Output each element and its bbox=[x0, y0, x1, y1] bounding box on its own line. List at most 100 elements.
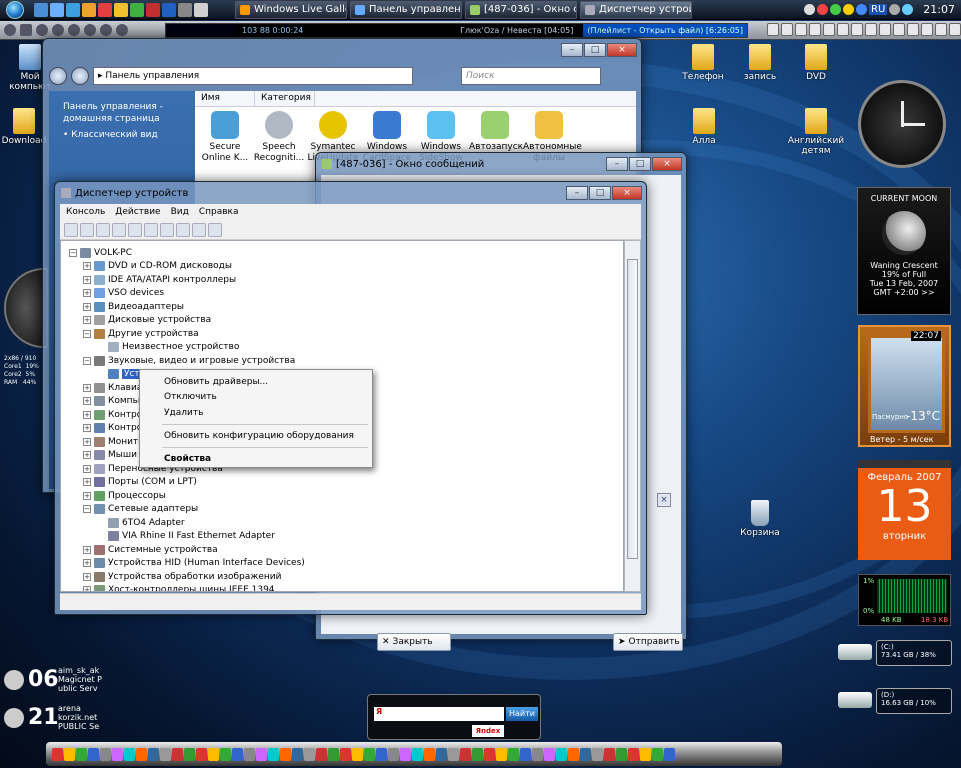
expand-icon[interactable]: + bbox=[83, 559, 91, 567]
close-icon[interactable]: × bbox=[657, 493, 671, 507]
tree-node[interactable]: + Процессоры bbox=[83, 489, 166, 502]
firefox-icon[interactable] bbox=[82, 2, 96, 17]
dock-app-icon[interactable] bbox=[508, 747, 519, 761]
dock-app-icon[interactable] bbox=[616, 747, 627, 761]
column-header-category[interactable]: Категория bbox=[255, 91, 315, 106]
prev-icon[interactable] bbox=[20, 24, 32, 36]
expand-icon[interactable]: + bbox=[83, 383, 91, 392]
desktop-icon-phone[interactable]: Телефон bbox=[673, 44, 733, 82]
dock-app-icon[interactable] bbox=[364, 747, 375, 761]
dock-app-icon[interactable] bbox=[196, 747, 207, 761]
player-button[interactable] bbox=[795, 23, 807, 36]
close-button[interactable]: × bbox=[607, 43, 637, 57]
minimize-button[interactable]: – bbox=[566, 186, 588, 200]
expand-icon[interactable]: + bbox=[83, 302, 91, 311]
tray-icon[interactable] bbox=[843, 4, 855, 15]
tree-node[interactable]: + Хост-контроллеры шины IEEE 1394 bbox=[83, 584, 275, 591]
close-button[interactable]: × bbox=[652, 157, 682, 171]
dock-app-icon[interactable] bbox=[604, 747, 615, 761]
dock-app-icon[interactable] bbox=[340, 747, 351, 761]
tree-node[interactable]: + Системные устройства bbox=[83, 543, 218, 556]
player-button[interactable] bbox=[823, 23, 835, 36]
player-button[interactable] bbox=[837, 23, 849, 36]
menu-item-update-drivers[interactable]: Обновить драйверы... bbox=[164, 375, 268, 389]
tree-node[interactable]: + Видеоадаптеры bbox=[83, 300, 184, 313]
network-icon[interactable] bbox=[902, 4, 914, 15]
expand-icon[interactable]: + bbox=[83, 289, 91, 297]
sidebar-link-classic-view[interactable]: • Классический вид bbox=[63, 129, 181, 141]
maximize-button[interactable]: □ bbox=[589, 186, 611, 200]
tree-node[interactable]: − Другие устройства bbox=[83, 327, 199, 340]
tray-icon[interactable] bbox=[817, 4, 829, 15]
sidebar-link-home[interactable]: Панель управления - домашняя страница bbox=[63, 101, 181, 125]
dock-app-icon[interactable] bbox=[112, 747, 123, 761]
dock-app-icon[interactable] bbox=[640, 747, 651, 761]
maximize-button[interactable]: □ bbox=[584, 43, 606, 57]
ie-icon[interactable] bbox=[66, 2, 80, 17]
switch-windows-icon[interactable] bbox=[50, 2, 64, 17]
dock-app-icon[interactable] bbox=[496, 747, 507, 761]
dock-app-icon[interactable] bbox=[592, 747, 603, 761]
dock-app-icon[interactable] bbox=[544, 747, 555, 761]
app-icon[interactable] bbox=[162, 2, 176, 17]
dock-app-icon[interactable] bbox=[268, 747, 279, 761]
desktop-icon-alla[interactable]: Алла bbox=[674, 108, 734, 146]
close-button[interactable]: × bbox=[612, 186, 642, 200]
yandex-search-input[interactable]: Я bbox=[374, 707, 504, 721]
minimize-button[interactable]: – bbox=[561, 43, 583, 57]
help-icon[interactable] bbox=[128, 222, 142, 237]
next-icon[interactable] bbox=[52, 24, 64, 36]
menu-item-properties[interactable]: Свойства bbox=[164, 452, 211, 466]
dock-app-icon[interactable] bbox=[388, 747, 399, 761]
desktop-icon-dvd[interactable]: DVD bbox=[786, 44, 846, 82]
player-button[interactable] bbox=[809, 23, 821, 36]
expand-icon[interactable]: + bbox=[83, 410, 91, 419]
dock-app-icon[interactable] bbox=[556, 747, 567, 761]
search-input[interactable]: Поиск bbox=[461, 67, 601, 85]
expand-icon[interactable]: + bbox=[83, 491, 91, 500]
repeat-icon[interactable] bbox=[84, 24, 96, 36]
dock-app-icon[interactable] bbox=[568, 747, 579, 761]
menu-console[interactable]: Консоль bbox=[66, 207, 105, 217]
drive-c-gadget[interactable]: (C:) 73.41 GB / 38% bbox=[836, 638, 954, 668]
menu-item-uninstall[interactable]: Удалить bbox=[164, 406, 203, 420]
menu-item-disable[interactable]: Отключить bbox=[164, 390, 217, 404]
app-icon[interactable] bbox=[178, 2, 192, 17]
forward-button[interactable] bbox=[71, 67, 89, 85]
taskbar-button-control-panel[interactable]: Панель управления bbox=[350, 0, 462, 19]
tree-node[interactable]: VIA Rhine II Fast Ethernet Adapter bbox=[97, 530, 275, 543]
uninstall-icon[interactable] bbox=[192, 222, 206, 237]
yandex-search-button[interactable]: Найти bbox=[506, 707, 538, 721]
language-indicator[interactable]: RU bbox=[869, 4, 888, 15]
expand-icon[interactable]: + bbox=[83, 397, 91, 405]
forward-icon[interactable] bbox=[80, 222, 94, 237]
dock-app-icon[interactable] bbox=[100, 747, 111, 761]
dock-app-icon[interactable] bbox=[652, 747, 663, 761]
cp-item-speech[interactable]: Speech Recogniti... bbox=[253, 111, 305, 164]
stop-icon[interactable] bbox=[68, 24, 80, 36]
vertical-scrollbar[interactable] bbox=[624, 240, 641, 592]
player-button[interactable] bbox=[893, 23, 905, 36]
dock-app-icon[interactable] bbox=[484, 747, 495, 761]
player-icon[interactable] bbox=[4, 24, 16, 36]
menu-action[interactable]: Действие bbox=[115, 207, 160, 217]
title-bar[interactable]: – □ × bbox=[43, 39, 641, 61]
expand-icon[interactable]: + bbox=[83, 437, 91, 446]
dock-app-icon[interactable] bbox=[292, 747, 303, 761]
tree-node[interactable]: − Сетевые адаптеры bbox=[83, 503, 198, 516]
collapse-icon[interactable]: − bbox=[83, 329, 91, 338]
player-button[interactable] bbox=[949, 23, 961, 36]
dock-app-icon[interactable] bbox=[148, 747, 159, 761]
dock-app-icon[interactable] bbox=[52, 747, 63, 761]
dock-app-icon[interactable] bbox=[256, 747, 267, 761]
scrollbar-thumb[interactable] bbox=[627, 259, 638, 559]
dock-app-icon[interactable] bbox=[628, 747, 639, 761]
minimize-button[interactable]: – bbox=[606, 157, 628, 171]
expand-icon[interactable]: + bbox=[83, 478, 91, 486]
expand-icon[interactable]: + bbox=[83, 586, 91, 591]
dock-app-icon[interactable] bbox=[88, 747, 99, 761]
tree-node[interactable]: + DVD и CD-ROM дисководы bbox=[83, 260, 232, 273]
dock-app-icon[interactable] bbox=[460, 747, 471, 761]
tree-node[interactable]: + VSO devices bbox=[83, 287, 164, 300]
app-icon[interactable] bbox=[194, 2, 208, 17]
